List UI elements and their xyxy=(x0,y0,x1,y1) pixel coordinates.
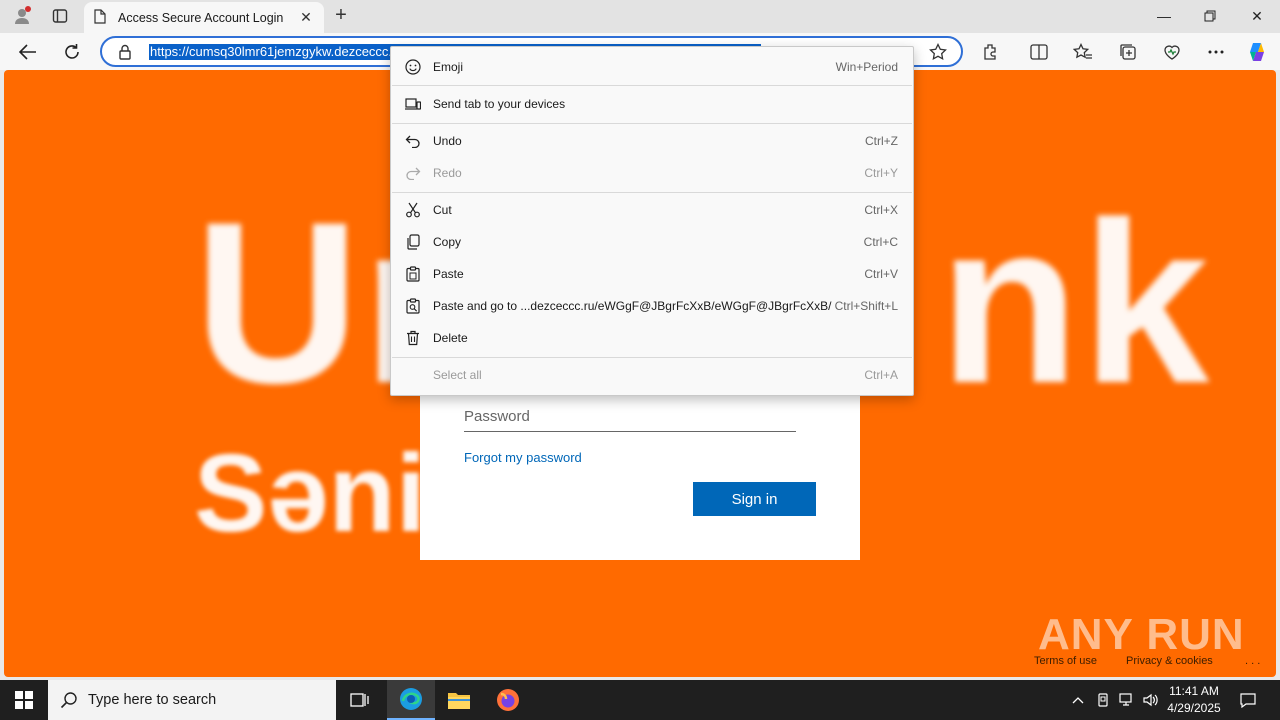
tab-active[interactable]: Access Secure Account Login ✕ xyxy=(84,2,324,33)
clock-date: 4/29/2025 xyxy=(1167,701,1221,715)
browser-essentials-icon[interactable] xyxy=(1159,39,1185,65)
favorite-star-icon[interactable] xyxy=(929,42,947,64)
footer-more-link[interactable]: . . . xyxy=(1245,655,1260,667)
menu-separator xyxy=(392,85,912,86)
privacy-link[interactable]: Privacy & cookies xyxy=(1126,655,1213,667)
new-tab-button[interactable]: + xyxy=(330,5,352,27)
favorites-icon[interactable] xyxy=(1070,39,1096,65)
clock-time: 11:41 AM xyxy=(1169,684,1219,698)
password-field-wrapper xyxy=(464,402,796,432)
tray-volume-icon[interactable] xyxy=(1140,680,1162,720)
minimize-button[interactable]: — xyxy=(1141,0,1187,32)
title-bar: Access Secure Account Login ✕ + — ✕ xyxy=(0,0,1280,33)
menu-item-paste-and-go[interactable]: Paste and go to ...dezceccc.ru/eWGgF@JBg… xyxy=(391,290,913,322)
page-icon xyxy=(94,8,106,27)
menu-item-cut[interactable]: Cut Ctrl+X xyxy=(391,194,913,226)
sign-in-button[interactable]: Sign in xyxy=(693,482,816,516)
start-button[interactable] xyxy=(0,680,48,720)
taskbar: Type here to search 11:41 AM 4/29/2025 xyxy=(0,680,1280,720)
menu-item-copy[interactable]: Copy Ctrl+C xyxy=(391,226,913,258)
devices-icon xyxy=(404,96,422,112)
close-window-button[interactable]: ✕ xyxy=(1234,0,1280,32)
menu-item-paste[interactable]: Paste Ctrl+V xyxy=(391,258,913,290)
notification-icon[interactable] xyxy=(1236,680,1260,720)
search-placeholder: Type here to search xyxy=(88,692,217,708)
forgot-password-link[interactable]: Forgot my password xyxy=(464,450,582,465)
menu-item-undo[interactable]: Undo Ctrl+Z xyxy=(391,125,913,157)
undo-icon xyxy=(404,133,422,149)
copilot-icon[interactable] xyxy=(1244,39,1270,65)
emoji-icon xyxy=(404,59,422,75)
refresh-button[interactable] xyxy=(58,38,86,66)
extensions-icon[interactable] xyxy=(978,39,1004,65)
profile-icon[interactable] xyxy=(10,5,34,27)
tray-device-icon[interactable] xyxy=(1093,680,1113,720)
trash-icon xyxy=(404,330,422,346)
split-screen-icon[interactable] xyxy=(1026,39,1052,65)
scissors-icon xyxy=(404,202,422,218)
paste-search-icon xyxy=(404,298,422,314)
login-card: Forgot my password Sign in xyxy=(420,390,860,560)
restore-button[interactable] xyxy=(1187,0,1233,32)
more-options-icon[interactable] xyxy=(1203,39,1229,65)
password-input[interactable] xyxy=(464,402,796,430)
taskbar-file-explorer-icon[interactable] xyxy=(435,680,483,720)
menu-item-select-all: Select all Ctrl+A xyxy=(433,368,898,382)
tab-title: Access Secure Account Login xyxy=(118,10,284,25)
taskbar-search-box[interactable]: Type here to search xyxy=(48,680,336,720)
close-tab-icon[interactable]: ✕ xyxy=(298,9,314,26)
task-view-button[interactable] xyxy=(336,680,384,720)
copy-icon xyxy=(404,234,422,250)
menu-separator xyxy=(392,192,912,193)
menu-item-emoji[interactable]: Emoji Win+Period xyxy=(391,51,913,83)
menu-separator xyxy=(392,123,912,124)
search-icon xyxy=(60,691,78,712)
brand-logo-right: nk xyxy=(939,174,1212,431)
terms-link[interactable]: Terms of use xyxy=(1034,655,1097,667)
context-menu: Emoji Win+Period Send tab to your device… xyxy=(390,46,914,396)
anyrun-watermark: ANY RUN xyxy=(1038,610,1245,659)
menu-item-delete[interactable]: Delete xyxy=(391,322,913,354)
lock-icon[interactable] xyxy=(118,44,132,63)
menu-separator xyxy=(392,357,912,358)
menu-item-send-tab[interactable]: Send tab to your devices xyxy=(391,88,913,120)
paste-icon xyxy=(404,266,422,282)
taskbar-clock[interactable]: 11:41 AM 4/29/2025 xyxy=(1160,683,1228,717)
tray-chevron-up-icon[interactable] xyxy=(1068,680,1088,720)
collections-icon[interactable] xyxy=(1115,39,1141,65)
redo-icon xyxy=(404,165,422,181)
tray-network-icon[interactable] xyxy=(1116,680,1138,720)
menu-item-redo: Redo Ctrl+Y xyxy=(391,157,913,189)
taskbar-edge-icon[interactable] xyxy=(387,680,435,720)
back-button[interactable] xyxy=(14,38,42,66)
taskbar-firefox-icon[interactable] xyxy=(484,680,532,720)
tab-actions-icon[interactable] xyxy=(48,5,72,27)
